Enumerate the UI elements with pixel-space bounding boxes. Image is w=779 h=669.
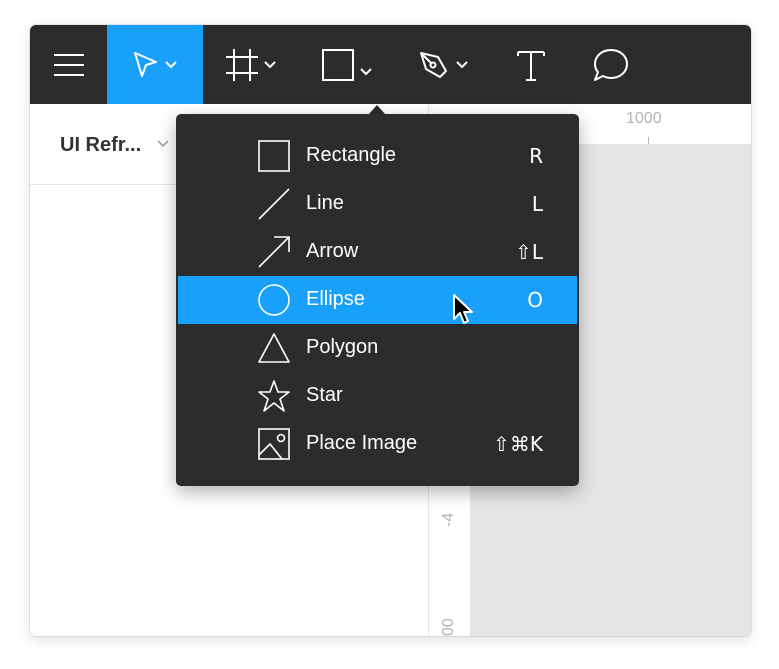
- menu-item-shortcut: ⇧L: [515, 240, 543, 264]
- comment-tool-button[interactable]: [571, 25, 651, 104]
- menu-item-label: Place Image: [306, 432, 418, 454]
- rectangle-icon: [322, 48, 354, 81]
- menu-item-shortcut: O: [527, 288, 543, 312]
- menu-item-polygon[interactable]: Polygon: [178, 324, 577, 372]
- ruler-label: 00: [440, 618, 457, 636]
- comment-icon: [594, 48, 628, 81]
- menu-item-label: Polygon: [306, 336, 379, 358]
- pen-icon: [420, 51, 447, 78]
- menu-item-shortcut: L: [531, 192, 543, 216]
- text-icon: [517, 50, 545, 81]
- ellipse-icon: [258, 284, 290, 316]
- text-tool-button[interactable]: [491, 25, 571, 104]
- chevron-down-icon[interactable]: [157, 140, 169, 148]
- menu-item-label: Star: [306, 384, 343, 406]
- ruler-label: -4: [440, 512, 457, 527]
- rectangle-icon: [258, 140, 290, 172]
- menu-item-star[interactable]: Star: [178, 372, 577, 420]
- menu-item-label: Arrow: [306, 240, 359, 262]
- page-title[interactable]: UI Refr...: [60, 134, 141, 157]
- arrow-icon: [258, 236, 290, 268]
- frame-tool-button[interactable]: [203, 25, 299, 104]
- hamburger-icon: [53, 53, 84, 76]
- chevron-down-icon: [264, 60, 276, 68]
- menu-item-line[interactable]: Line L: [178, 180, 577, 228]
- menu-item-label: Rectangle: [306, 144, 397, 166]
- ruler-tick: [648, 137, 649, 144]
- pen-tool-button[interactable]: [395, 25, 491, 104]
- shape-tools-menu: Rectangle R Line L Arrow ⇧L Ellipse O Po…: [176, 114, 579, 486]
- menu-item-ellipse[interactable]: Ellipse O: [178, 276, 577, 324]
- menu-item-shortcut: R: [529, 144, 543, 168]
- polygon-icon: [258, 333, 290, 363]
- image-icon: [258, 428, 290, 460]
- move-tool-button[interactable]: [107, 25, 203, 104]
- menu-item-label: Ellipse: [306, 288, 365, 310]
- pointer-icon: [134, 51, 157, 77]
- chevron-down-icon: [456, 60, 468, 68]
- shape-tool-button[interactable]: [299, 25, 395, 104]
- menu-item-label: Line: [306, 192, 344, 214]
- toolbar: [30, 25, 751, 104]
- frame-icon: [226, 48, 258, 81]
- mouse-cursor-icon: [453, 294, 473, 324]
- main-menu-button[interactable]: [30, 25, 107, 104]
- menu-item-place-image[interactable]: Place Image ⇧⌘K: [178, 420, 577, 468]
- chevron-down-icon: [360, 67, 372, 75]
- menu-item-arrow[interactable]: Arrow ⇧L: [178, 228, 577, 276]
- menu-item-rectangle[interactable]: Rectangle R: [178, 132, 577, 180]
- menu-item-shortcut: ⇧⌘K: [493, 432, 543, 456]
- chevron-down-icon: [165, 60, 177, 68]
- ruler-label: 1000: [626, 110, 662, 127]
- line-icon: [258, 188, 290, 220]
- star-icon: [258, 380, 290, 412]
